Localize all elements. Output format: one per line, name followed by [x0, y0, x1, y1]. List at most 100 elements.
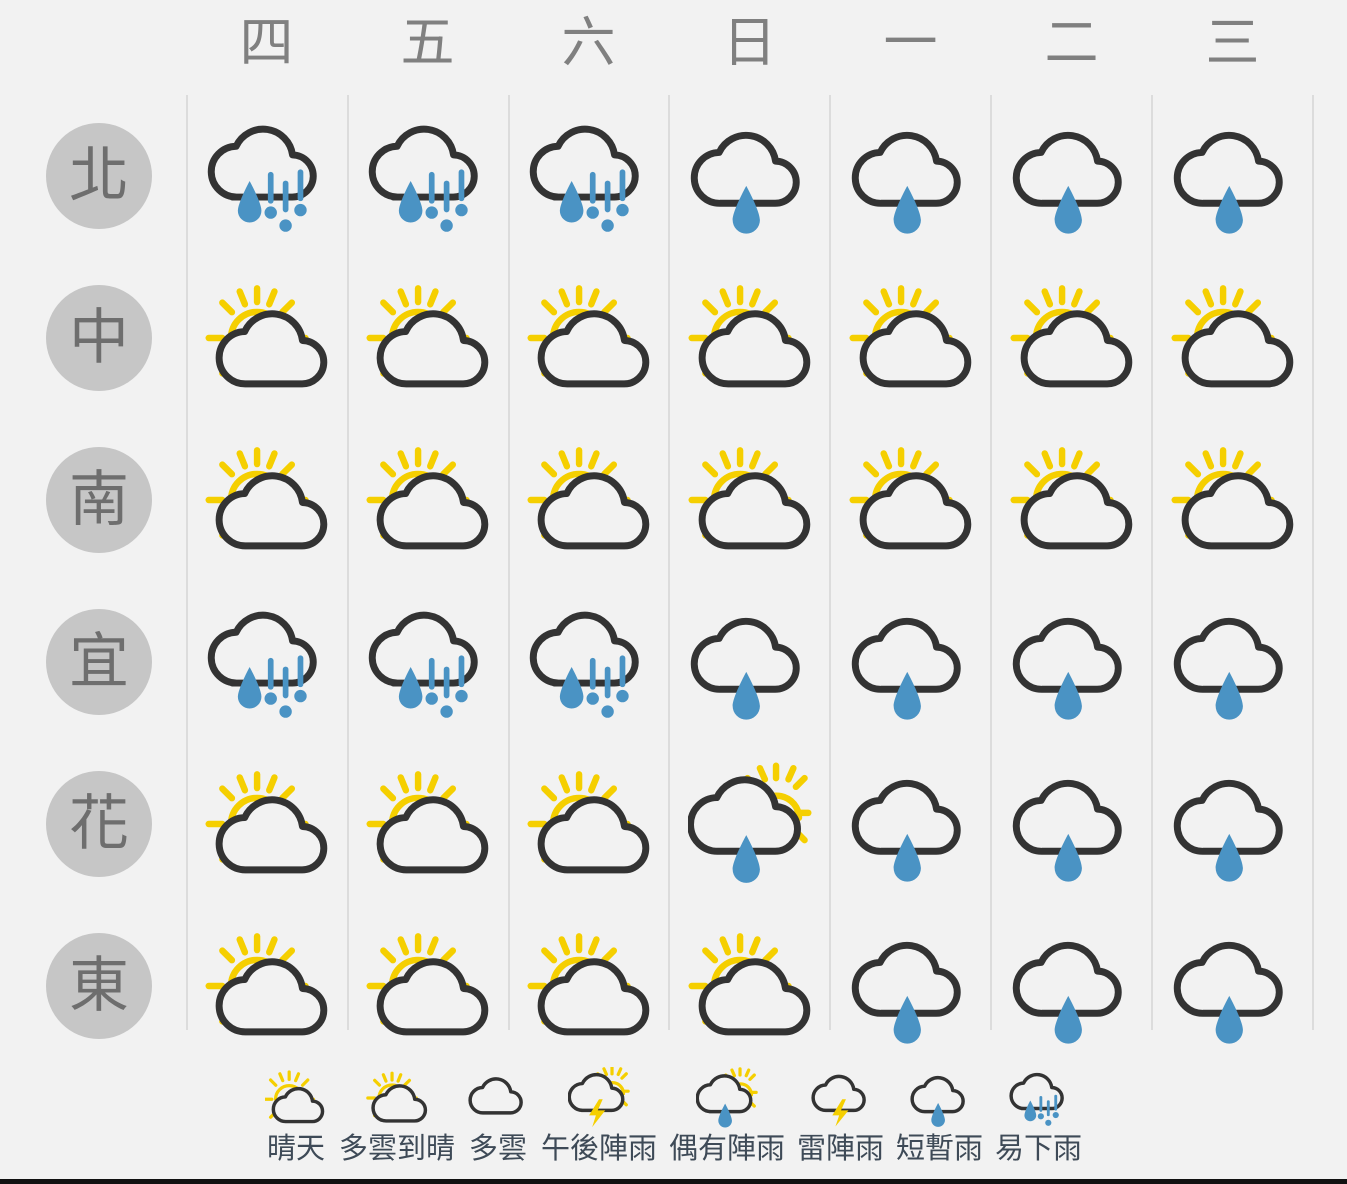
region-badge-北[interactable]: 北 [46, 123, 152, 229]
forecast-cell[interactable] [830, 419, 991, 581]
legend-icon-wrap [909, 1071, 971, 1129]
forecast-cell[interactable] [991, 419, 1152, 581]
forecast-cell[interactable] [830, 95, 991, 257]
region-badge-中[interactable]: 中 [46, 285, 152, 391]
forecast-grid: 北中南宜花東 [0, 95, 1347, 1035]
day-header-4: 一 [830, 0, 991, 95]
forecast-cell[interactable] [508, 581, 669, 743]
forecast-cell[interactable] [347, 581, 508, 743]
day-header-label: 日 [722, 10, 777, 74]
sunny-icon [265, 1067, 327, 1129]
forecast-cell[interactable] [347, 95, 508, 257]
forecast-cell[interactable] [669, 257, 830, 419]
forecast-cell[interactable] [347, 743, 508, 905]
sun-cloud-icon [366, 438, 490, 562]
forecast-cell[interactable] [669, 743, 830, 905]
legend-label: 多雲 [468, 1130, 527, 1165]
forecast-cell[interactable] [508, 419, 669, 581]
sun-cloud-icon [688, 438, 812, 562]
rain-icon [1171, 924, 1295, 1048]
legend-item: 易下雨 [989, 1071, 1088, 1165]
sun-cloud-icon [1010, 438, 1134, 562]
forecast-cell[interactable] [991, 257, 1152, 419]
legend-label: 雷陣雨 [797, 1130, 885, 1165]
forecast-cell[interactable] [1152, 257, 1313, 419]
sun-cloud-rain-icon [688, 762, 812, 886]
sun-cloud-icon [1010, 276, 1134, 400]
forecast-cell[interactable] [991, 743, 1152, 905]
day-header-3: 日 [669, 0, 830, 95]
forecast-cell[interactable] [1152, 419, 1313, 581]
forecast-cell[interactable] [186, 743, 347, 905]
region-badge-東[interactable]: 東 [46, 933, 152, 1039]
heavy-rain-icon [366, 114, 490, 238]
region-badge-宜[interactable]: 宜 [46, 609, 152, 715]
forecast-cell[interactable] [830, 743, 991, 905]
forecast-cells [186, 95, 1313, 257]
region-badge-花[interactable]: 花 [46, 771, 152, 877]
forecast-cell[interactable] [347, 257, 508, 419]
legend-item: 短暫雨 [890, 1071, 989, 1165]
forecast-cell[interactable] [830, 581, 991, 743]
thunderstorm-icon [810, 1067, 872, 1129]
forecast-cells [186, 581, 1313, 743]
forecast-cell[interactable] [508, 257, 669, 419]
sun-cloud-icon [205, 762, 329, 886]
heavy-rain-icon [527, 114, 651, 238]
legend-icon-wrap [696, 1071, 758, 1129]
legend-item: 多雲到晴 [333, 1071, 461, 1165]
rain-icon [1171, 762, 1295, 886]
forecast-cell[interactable] [669, 581, 830, 743]
forecast-cells [186, 419, 1313, 581]
day-header-label: 六 [561, 10, 616, 74]
forecast-cell[interactable] [508, 743, 669, 905]
forecast-cell[interactable] [669, 419, 830, 581]
sun-cloud-icon [527, 438, 651, 562]
forecast-cell[interactable] [991, 95, 1152, 257]
legend-icon-wrap [810, 1071, 872, 1129]
forecast-cell[interactable] [1152, 581, 1313, 743]
sun-cloud-icon [688, 276, 812, 400]
sun-cloud-icon [688, 924, 812, 1048]
heavy-rain-icon [527, 600, 651, 724]
legend-item: 多雲 [461, 1071, 535, 1165]
sun-cloud-rain-icon [696, 1067, 758, 1129]
day-header-label: 五 [400, 10, 455, 74]
forecast-cell[interactable] [347, 419, 508, 581]
forecast-cell[interactable] [186, 581, 347, 743]
region-badge-label: 北 [69, 141, 129, 211]
rain-icon [1171, 114, 1295, 238]
heavy-rain-icon [205, 600, 329, 724]
weather-forecast-board: 四 五 六 日 一 二 三 北中南宜花東 晴天 多雲到晴 多雲 午後陣雨 偶有陣雨 雷陣雨… [0, 0, 1347, 1179]
forecast-cell[interactable] [830, 257, 991, 419]
rain-icon [849, 924, 973, 1048]
forecast-cell[interactable] [1152, 95, 1313, 257]
region-badge-label: 中 [69, 303, 129, 373]
forecast-cell[interactable] [991, 581, 1152, 743]
forecast-cell[interactable] [186, 419, 347, 581]
region-badge-南[interactable]: 南 [46, 447, 152, 553]
legend-icon-wrap [568, 1071, 630, 1129]
legend-label: 晴天 [266, 1130, 325, 1165]
rain-icon [688, 600, 812, 724]
forecast-row-北: 北 [0, 95, 1347, 257]
rain-icon [1010, 924, 1134, 1048]
day-header-5: 二 [991, 0, 1152, 95]
forecast-cell[interactable] [669, 95, 830, 257]
sun-cloud-icon [366, 924, 490, 1048]
forecast-cell[interactable] [186, 95, 347, 257]
sun-cloud-icon [366, 762, 490, 886]
legend-label: 午後陣雨 [540, 1130, 657, 1165]
rain-icon [688, 114, 812, 238]
legend-icon-wrap [1008, 1071, 1070, 1129]
day-header-label: 四 [239, 10, 294, 74]
sun-cloud-icon [527, 762, 651, 886]
forecast-cell[interactable] [508, 95, 669, 257]
sun-cloud-icon [205, 438, 329, 562]
forecast-cells [186, 743, 1313, 905]
sun-cloud-icon [1171, 276, 1295, 400]
forecast-cell[interactable] [1152, 743, 1313, 905]
forecast-cell[interactable] [186, 257, 347, 419]
legend-label: 易下雨 [995, 1130, 1083, 1165]
sun-cloud-icon [1171, 438, 1295, 562]
